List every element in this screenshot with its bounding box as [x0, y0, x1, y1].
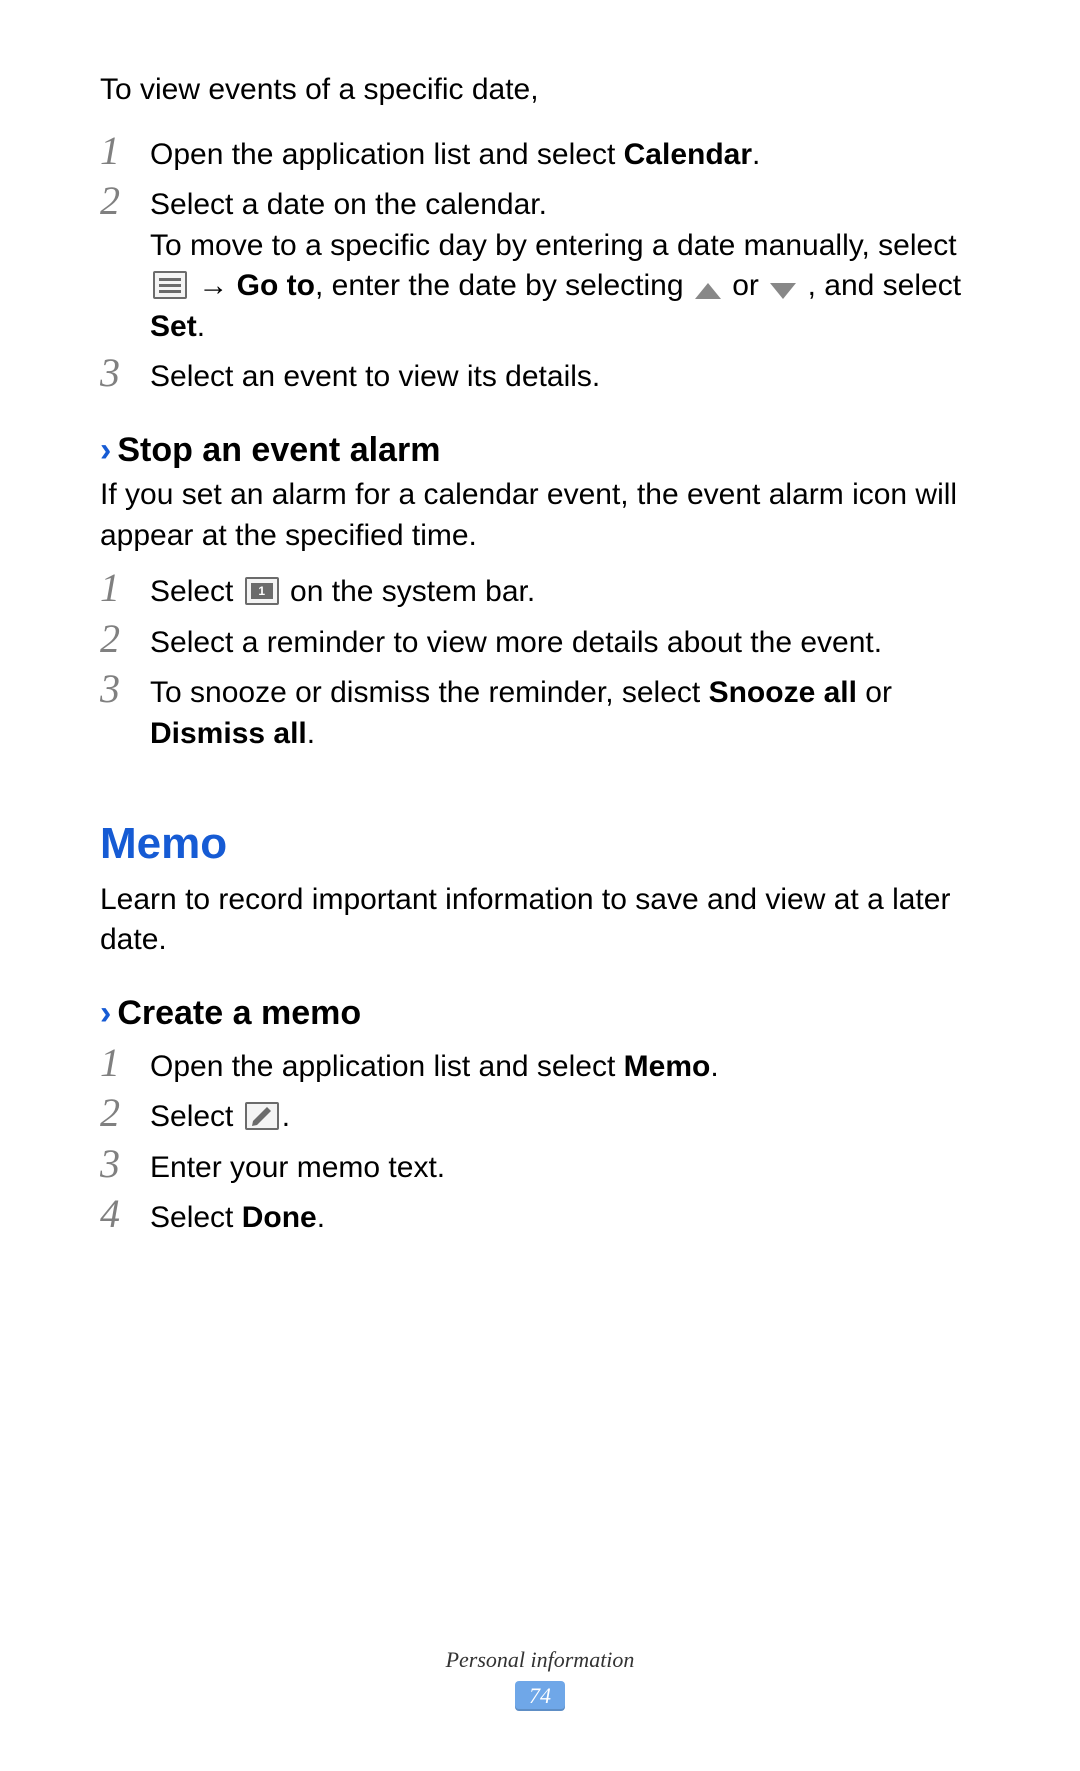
bold-goto: Go to — [237, 269, 315, 302]
subheading-create-memo: › Create a memo — [100, 991, 980, 1037]
page-footer: Personal information 74 — [0, 1645, 1080, 1711]
text: or — [724, 269, 767, 302]
bold-calendar: Calendar — [624, 138, 752, 171]
step-body: Select Done. — [150, 1198, 980, 1239]
text: or — [857, 676, 892, 709]
step-body: Select . — [150, 1097, 980, 1138]
text: . — [282, 1100, 290, 1133]
step-2: 2 Select . — [100, 1093, 980, 1138]
steps-stop-alarm: 1 Select 1 on the system bar. 2 Select a… — [100, 568, 980, 754]
text: , — [799, 269, 816, 302]
chevron-right-icon: › — [100, 433, 111, 467]
text: Open the application list and select — [150, 1050, 624, 1083]
step-body: Open the application list and select Cal… — [150, 135, 980, 176]
step-number: 3 — [100, 353, 134, 393]
subheading-text: Stop an event alarm — [117, 428, 440, 474]
step-number: 1 — [100, 568, 134, 608]
bold-set: Set — [150, 310, 197, 343]
steps-create-memo: 1 Open the application list and select M… — [100, 1043, 980, 1239]
subheading-stop-alarm: › Stop an event alarm — [100, 428, 980, 474]
text: . — [752, 138, 760, 171]
step-number: 3 — [100, 669, 134, 709]
text: To move to a specific day by entering a … — [150, 229, 957, 262]
text: Select — [150, 1100, 242, 1133]
badge-number: 1 — [258, 585, 265, 597]
step-number: 1 — [100, 1043, 134, 1083]
notification-icon: 1 — [245, 577, 279, 605]
step-1: 1 Open the application list and select M… — [100, 1043, 980, 1088]
paragraph: If you set an alarm for a calendar event… — [100, 475, 980, 556]
text: Select — [150, 1201, 242, 1234]
step-2: 2 Select a reminder to view more details… — [100, 619, 980, 664]
step-number: 4 — [100, 1194, 134, 1234]
bold-memo: Memo — [624, 1050, 711, 1083]
step-1: 1 Select 1 on the system bar. — [100, 568, 980, 613]
step-number: 3 — [100, 1144, 134, 1184]
text: . — [317, 1201, 325, 1234]
step-number: 1 — [100, 131, 134, 171]
triangle-up-icon — [695, 283, 721, 299]
compose-icon — [245, 1102, 279, 1130]
step-body: Select a reminder to view more details a… — [150, 623, 980, 664]
footer-section-label: Personal information — [0, 1645, 1080, 1675]
step-body: Enter your memo text. — [150, 1148, 980, 1189]
text: Select a date on the calendar. — [150, 188, 547, 221]
text: on the system bar. — [282, 575, 535, 608]
text: , enter the date by selecting — [315, 269, 692, 302]
arrow: → — [190, 269, 237, 302]
text: and select — [824, 269, 961, 302]
text: . — [197, 310, 205, 343]
step-3: 3 To snooze or dismiss the reminder, sel… — [100, 669, 980, 754]
subheading-text: Create a memo — [117, 991, 361, 1037]
step-body: Select 1 on the system bar. — [150, 572, 980, 613]
step-body: Open the application list and select Mem… — [150, 1047, 980, 1088]
chevron-right-icon: › — [100, 996, 111, 1030]
triangle-down-icon — [770, 283, 796, 299]
text: . — [307, 717, 315, 750]
step-4: 4 Select Done. — [100, 1194, 980, 1239]
step-body: Select a date on the calendar. To move t… — [150, 185, 980, 347]
step-body: Select an event to view its details. — [150, 357, 980, 398]
bold-snooze-all: Snooze all — [709, 676, 857, 709]
step-3: 3 Select an event to view its details. — [100, 353, 980, 398]
text: Select — [150, 575, 242, 608]
step-number: 2 — [100, 1093, 134, 1133]
step-2: 2 Select a date on the calendar. To move… — [100, 181, 980, 347]
text: To snooze or dismiss the reminder, selec… — [150, 676, 709, 709]
step-number: 2 — [100, 619, 134, 659]
text: Open the application list and select — [150, 138, 624, 171]
steps-view-events: 1 Open the application list and select C… — [100, 131, 980, 398]
step-1: 1 Open the application list and select C… — [100, 131, 980, 176]
heading-memo: Memo — [100, 814, 980, 873]
text: . — [710, 1050, 718, 1083]
bold-dismiss-all: Dismiss all — [150, 717, 307, 750]
menu-icon — [153, 271, 187, 299]
bold-done: Done — [242, 1201, 317, 1234]
step-3: 3 Enter your memo text. — [100, 1144, 980, 1189]
step-body: To snooze or dismiss the reminder, selec… — [150, 673, 980, 754]
page-number-badge: 74 — [515, 1681, 565, 1711]
paragraph: Learn to record important information to… — [100, 880, 980, 961]
step-number: 2 — [100, 181, 134, 221]
intro-text: To view events of a specific date, — [100, 70, 980, 111]
